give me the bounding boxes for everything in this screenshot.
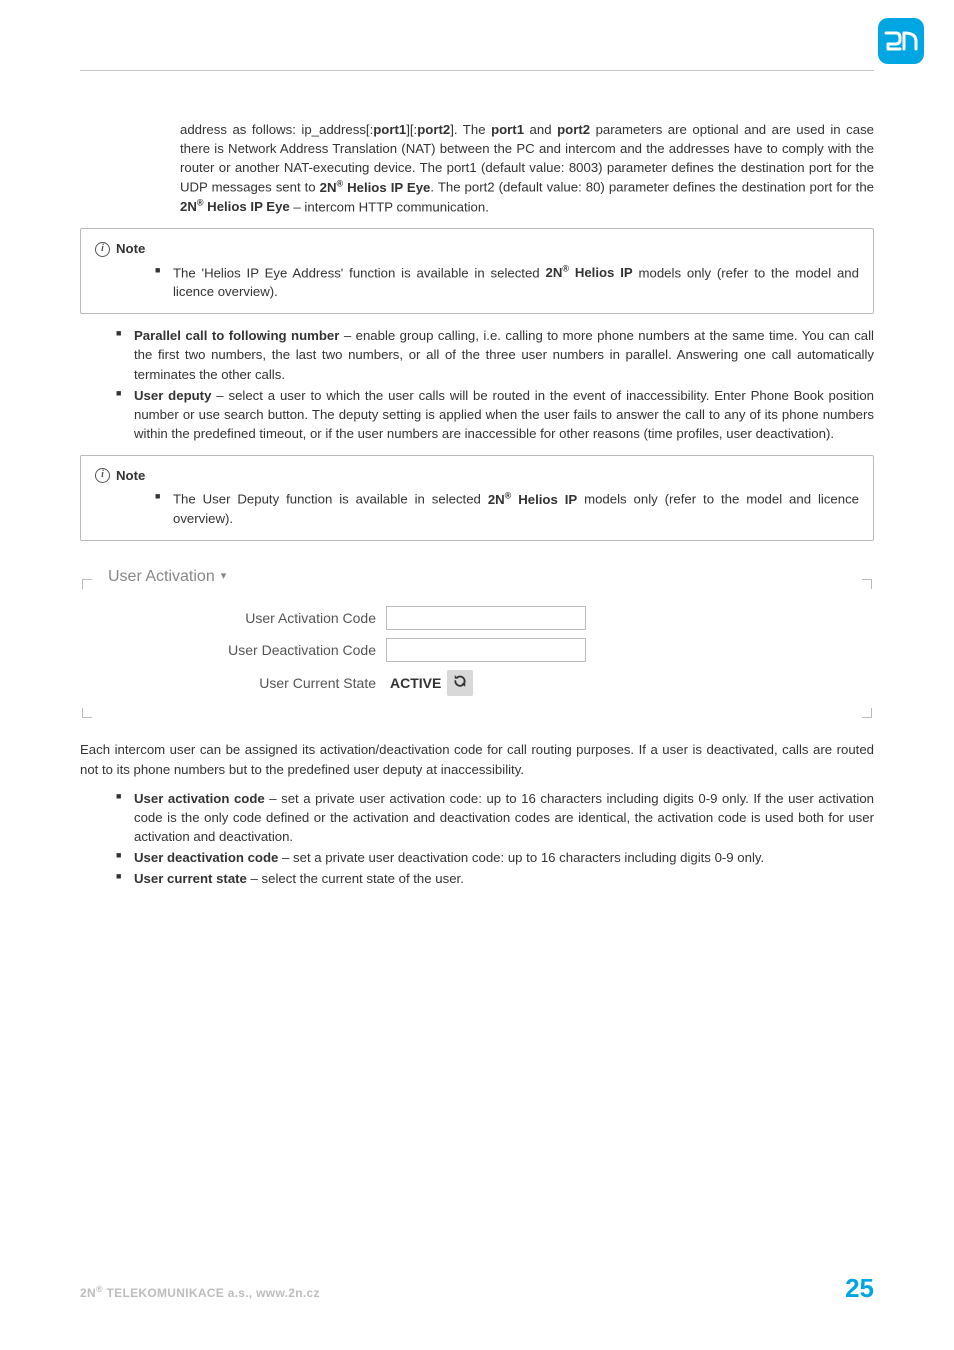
- text: 2N: [80, 1286, 96, 1300]
- text: ][:: [406, 122, 417, 137]
- text-bold: 2N: [320, 180, 337, 195]
- current-state-value: ACTIVE: [386, 673, 441, 693]
- list-item: User activation code – set a private use…: [116, 789, 874, 846]
- current-state-row: User Current State ACTIVE: [106, 670, 848, 696]
- text-bold: port1: [373, 122, 406, 137]
- text: address as follows: ip_address[:: [180, 122, 373, 137]
- note-item: The 'Helios IP Eye Address' function is …: [155, 263, 859, 302]
- text-bold: User deactivation code: [134, 850, 278, 865]
- note-heading: i Note: [95, 466, 859, 485]
- brand-logo: [878, 18, 924, 64]
- note-box-2: i Note The User Deputy function is avail…: [80, 455, 874, 541]
- panel-legend[interactable]: User Activation ▾: [102, 565, 232, 588]
- list-item: User deputy – select a user to which the…: [116, 386, 874, 443]
- registered-mark: ®: [562, 264, 569, 274]
- text-bold: port1: [491, 122, 524, 137]
- text: – select a user to which the user calls …: [134, 388, 874, 441]
- deactivation-code-input[interactable]: [386, 638, 586, 662]
- activation-code-label: User Activation Code: [106, 608, 386, 628]
- text: and: [524, 122, 557, 137]
- footer-company: 2N® TELEKOMUNIKACE a.s., www.2n.cz: [80, 1284, 320, 1300]
- list-item: User deactivation code – set a private u…: [116, 848, 874, 867]
- chevron-down-icon: ▾: [221, 569, 227, 585]
- text: The 'Helios IP Eye Address' function is …: [173, 265, 545, 280]
- address-paragraph: address as follows: ip_address[:port1][:…: [180, 120, 874, 216]
- header-divider: [80, 70, 874, 71]
- text-bold: User current state: [134, 871, 247, 886]
- text-bold: Helios IP: [511, 492, 577, 507]
- text-bold: User activation code: [134, 791, 265, 806]
- corner-decoration: [862, 579, 872, 589]
- text: TELEKOMUNIKACE a.s., www.2n.cz: [103, 1286, 320, 1300]
- text: The User Deputy function is available in…: [173, 492, 488, 507]
- page-number: 25: [845, 1273, 874, 1304]
- text-bold: 2N: [488, 492, 505, 507]
- panel-title: User Activation: [108, 565, 215, 588]
- text: . The port2 (default value: 80) paramete…: [430, 180, 874, 195]
- note-title: Note: [116, 466, 145, 485]
- note-title: Note: [116, 239, 145, 258]
- text-bold: Helios IP: [569, 265, 633, 280]
- text-bold: 2N: [545, 265, 562, 280]
- text-bold: 2N: [180, 199, 197, 214]
- corner-decoration: [862, 708, 872, 718]
- current-state-label: User Current State: [106, 673, 386, 693]
- list-item: User current state – select the current …: [116, 869, 874, 888]
- user-activation-panel: User Activation ▾ User Activation Code U…: [80, 565, 874, 720]
- deactivation-code-row: User Deactivation Code: [106, 638, 848, 662]
- note-box-1: i Note The 'Helios IP Eye Address' funct…: [80, 228, 874, 314]
- text-bold: Helios IP Eye: [204, 199, 290, 214]
- activation-code-input[interactable]: [386, 606, 586, 630]
- text-bold: Parallel call to following number: [134, 328, 339, 343]
- paragraph: Each intercom user can be assigned its a…: [80, 740, 874, 778]
- text: – set a private user deactivation code: …: [278, 850, 764, 865]
- corner-decoration: [82, 579, 92, 589]
- text-bold: port2: [417, 122, 450, 137]
- info-icon: i: [95, 468, 110, 483]
- note-heading: i Note: [95, 239, 859, 258]
- text-bold: User deputy: [134, 388, 211, 403]
- text-bold: Helios IP Eye: [343, 180, 430, 195]
- corner-decoration: [82, 708, 92, 718]
- registered-mark: ®: [197, 198, 204, 208]
- text: ]. The: [450, 122, 491, 137]
- text-bold: port2: [557, 122, 590, 137]
- info-icon: i: [95, 242, 110, 257]
- toggle-state-icon[interactable]: [447, 670, 473, 696]
- registered-mark: ®: [96, 1284, 103, 1294]
- note-item: The User Deputy function is available in…: [155, 489, 859, 528]
- text: – intercom HTTP communication.: [290, 199, 489, 214]
- deactivation-code-label: User Deactivation Code: [106, 640, 386, 660]
- list-item: Parallel call to following number – enab…: [116, 326, 874, 383]
- text: – select the current state of the user.: [247, 871, 464, 886]
- activation-code-row: User Activation Code: [106, 606, 848, 630]
